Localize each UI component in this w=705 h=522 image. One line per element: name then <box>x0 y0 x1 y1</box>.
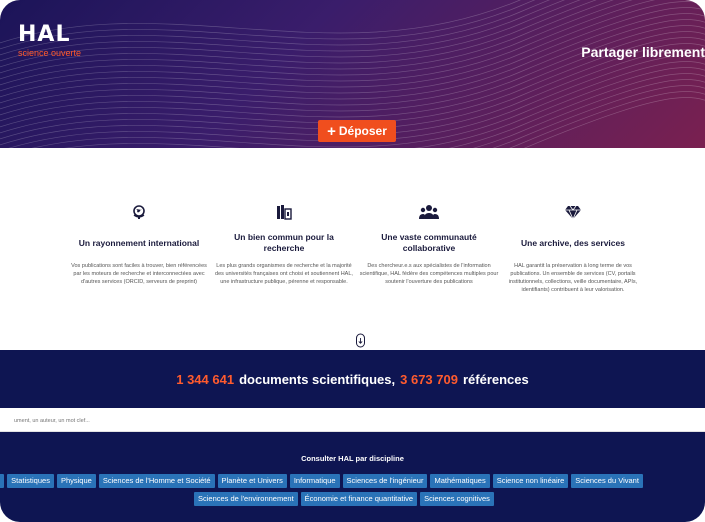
feature-text: Les plus grands organismes de recherche … <box>215 263 353 285</box>
feature-title: Une archive, des services <box>521 237 625 248</box>
globe-icon <box>69 200 209 224</box>
disciplines-heading: Consulter HAL par discipline <box>301 454 404 463</box>
disciplines-section: Consulter HAL par discipline e Statistiq… <box>0 432 705 522</box>
discipline-row-1: e Statistiques Physique Sciences de l'Ho… <box>0 474 643 488</box>
search-input[interactable] <box>14 417 705 424</box>
books-icon <box>214 200 354 224</box>
page-frame: HAL science ouverte Partager librement +… <box>0 0 705 522</box>
references-count: 3 673 709 <box>400 371 458 387</box>
discipline-tag[interactable]: Physique <box>56 474 96 488</box>
discipline-tag[interactable]: Économie et finance quantitative <box>300 492 418 506</box>
feature-text: Des chercheur.e.s aux spécialistes de l'… <box>359 263 499 285</box>
scroll-down-icon[interactable] <box>355 333 367 349</box>
discipline-tag[interactable]: Mathématiques <box>430 474 490 488</box>
stats-banner: 1 344 641 documents scientifiques, 3 673… <box>0 350 705 408</box>
discipline-tag[interactable]: Sciences de l'ingénieur <box>342 474 428 488</box>
feature-international: Un rayonnement international Vos publica… <box>69 200 209 286</box>
documents-label: documents scientifiques, <box>239 371 396 387</box>
plus-icon: + <box>327 122 336 140</box>
search-bar <box>0 410 705 432</box>
discipline-tag[interactable]: Sciences de l'Homme et Société <box>98 474 215 488</box>
feature-title: Une vaste communauté collaborative <box>381 232 477 253</box>
discipline-tag[interactable]: Statistiques <box>7 474 54 488</box>
deposit-button[interactable]: + Déposer <box>318 120 396 142</box>
logo-subtitle: science ouverte <box>18 48 82 58</box>
hero-tagline: Partager librement <box>581 44 705 60</box>
feature-title: Un rayonnement international <box>78 237 200 248</box>
discipline-tag[interactable]: e <box>0 474 5 488</box>
feature-common-good: Un bien commun pour la recherche Les plu… <box>214 200 354 286</box>
discipline-tag[interactable]: Sciences de l'environnement <box>194 492 298 506</box>
feature-community: Une vaste communauté collaborative Des c… <box>359 200 499 286</box>
discipline-tag[interactable]: Informatique <box>289 474 340 488</box>
deposit-button-label: Déposer <box>338 124 387 138</box>
feature-text: Vos publications sont faciles à trouver,… <box>71 263 207 285</box>
users-icon <box>359 200 499 224</box>
hero-wave-line <box>0 0 615 80</box>
feature-title: Un bien commun pour la recherche <box>234 232 334 253</box>
hal-logo[interactable]: HAL <box>18 22 70 47</box>
discipline-tag[interactable]: Science non linéaire <box>492 474 569 488</box>
discipline-tag[interactable]: Sciences du Vivant <box>571 474 643 488</box>
discipline-tag[interactable]: Planète et Univers <box>217 474 287 488</box>
diamond-icon <box>503 200 643 224</box>
discipline-row-2: Sciences de l'environnement Économie et … <box>194 492 494 506</box>
hero-banner: HAL science ouverte Partager librement +… <box>0 0 705 148</box>
discipline-tag[interactable]: Sciences cognitives <box>420 492 494 506</box>
references-label: références <box>462 371 529 387</box>
hero-wave-line <box>0 0 597 74</box>
features-section: Un rayonnement international Vos publica… <box>0 200 705 330</box>
feature-text: HAL garantit la préservation à long term… <box>508 263 638 293</box>
feature-services: Une archive, des services HAL garantit l… <box>503 200 643 294</box>
documents-count: 1 344 641 <box>176 371 235 387</box>
